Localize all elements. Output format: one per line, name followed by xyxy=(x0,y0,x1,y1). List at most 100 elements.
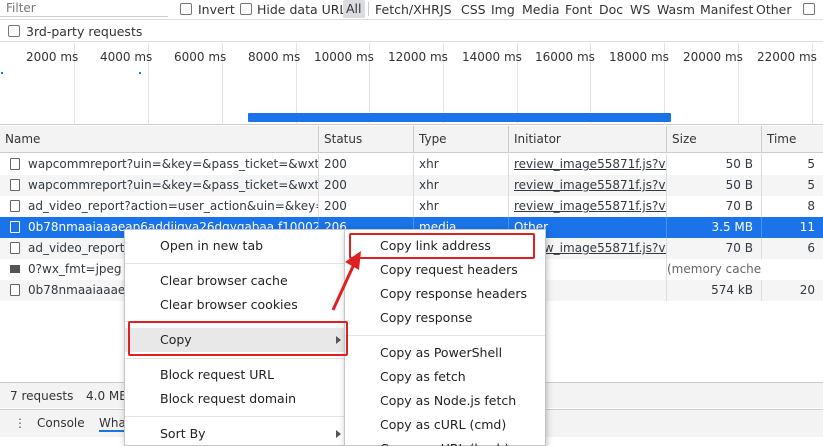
third-party-toolbar: 3rd-party requests xyxy=(0,20,823,42)
tick-label: 16000 ms xyxy=(535,50,595,64)
row-time: 5 xyxy=(761,175,823,196)
row-status: 200 xyxy=(318,154,413,175)
menu-copy-request-headers[interactable]: Copy request headers xyxy=(345,258,545,282)
column-name[interactable]: Name xyxy=(0,126,318,153)
copy-submenu: Copy link address Copy request headers C… xyxy=(344,229,546,446)
type-filter-media[interactable]: Media xyxy=(522,2,560,17)
type-filter-ws[interactable]: WS xyxy=(630,2,650,17)
row-status: 200 xyxy=(318,196,413,217)
tick-label: 20000 ms xyxy=(683,50,743,64)
menu-copy-response-headers[interactable]: Copy response headers xyxy=(345,282,545,306)
request-marker xyxy=(139,72,141,74)
column-type[interactable]: Type xyxy=(413,126,508,153)
menu-divider xyxy=(125,358,347,359)
menu-copy-as-curl-cmd[interactable]: Copy as cURL (cmd) xyxy=(345,413,545,437)
row-status: 200 xyxy=(318,175,413,196)
tab-console[interactable]: Console xyxy=(37,416,85,430)
type-filter-js[interactable]: JS xyxy=(440,2,452,17)
tick-label: 18000 ms xyxy=(609,50,669,64)
copy-highlight-box xyxy=(128,321,348,356)
type-filter-fetch-xhr[interactable]: Fetch/XHR xyxy=(375,2,440,17)
row-type: xhr xyxy=(413,196,508,217)
invert-checkbox[interactable] xyxy=(180,3,192,15)
menu-clear-browser-cookies[interactable]: Clear browser cookies xyxy=(125,293,347,317)
table-row[interactable]: wapcommreport?uin=&key=&pass_ticket=&wxt… xyxy=(0,175,823,196)
media-request-bar xyxy=(248,113,671,122)
filter-input[interactable] xyxy=(0,0,168,17)
row-initiator-link[interactable]: review_image55871f.js?v=... xyxy=(508,196,666,217)
menu-divider xyxy=(125,416,347,417)
menu-copy-as-nodejs-fetch[interactable]: Copy as Node.js fetch xyxy=(345,389,545,413)
menu-sort-by-label: Sort By xyxy=(160,426,206,441)
menu-copy-as-fetch[interactable]: Copy as fetch xyxy=(345,365,545,389)
row-size: 70 B xyxy=(666,238,761,259)
file-icon xyxy=(10,284,20,296)
menu-copy-as-curl-bash[interactable]: Copy as cURL (bash) xyxy=(345,437,545,446)
column-size[interactable]: Size xyxy=(666,126,761,153)
menu-copy-response[interactable]: Copy response xyxy=(345,306,545,330)
timeline-overview[interactable]: 2000 ms 4000 ms 6000 ms 8000 ms 10000 ms… xyxy=(0,43,823,125)
transferred-size: 4.0 MB xyxy=(86,389,128,403)
request-marker xyxy=(1,72,3,74)
hide-data-urls-label: Hide data URLs xyxy=(257,2,353,17)
row-name-text: ad_video_report?a xyxy=(28,241,139,255)
has-blocked-cookies-checkbox[interactable] xyxy=(803,3,815,15)
hide-data-urls-checkbox[interactable] xyxy=(240,3,252,15)
type-divider xyxy=(368,2,369,16)
tick-label: 22000 ms xyxy=(757,50,817,64)
row-initiator-link[interactable]: review_image55871f.js?v=... xyxy=(508,175,666,196)
row-time: 6 xyxy=(761,238,823,259)
table-row[interactable]: ad_video_report?action=user_action&uin=&… xyxy=(0,196,823,217)
image-icon xyxy=(10,265,20,273)
submenu-arrow-icon xyxy=(336,430,341,438)
file-icon xyxy=(10,242,20,254)
tick-label: 8000 ms xyxy=(248,50,301,64)
column-time[interactable]: Time xyxy=(761,126,823,153)
tick-label: 12000 ms xyxy=(388,50,448,64)
type-filter-other[interactable]: Other xyxy=(756,2,792,17)
copy-link-highlight-box xyxy=(349,233,535,259)
type-filter-wasm[interactable]: Wasm xyxy=(657,2,695,17)
arrow-shaft xyxy=(331,261,357,311)
column-initiator[interactable]: Initiator xyxy=(508,126,666,153)
menu-divider xyxy=(125,263,347,264)
menu-copy-as-powershell[interactable]: Copy as PowerShell xyxy=(345,341,545,365)
file-icon xyxy=(10,158,20,170)
row-initiator-link[interactable]: review_image55871f.js?v=... xyxy=(508,154,666,175)
type-filter-css[interactable]: CSS xyxy=(461,2,486,17)
row-size: 70 B xyxy=(666,196,761,217)
row-type: xhr xyxy=(413,154,508,175)
menu-clear-browser-cache[interactable]: Clear browser cache xyxy=(125,269,347,293)
filter-toolbar: Invert Hide data URLs All Fetch/XHR JS C… xyxy=(0,0,823,20)
type-filter-img[interactable]: Img xyxy=(491,2,515,17)
type-filter-doc[interactable]: Doc xyxy=(599,2,623,17)
tick-label: 2000 ms xyxy=(26,50,79,64)
table-row[interactable]: wapcommreport?uin=&key=&pass_ticket=&wxt… xyxy=(0,154,823,175)
row-size: 50 B xyxy=(666,175,761,196)
tick-label: 14000 ms xyxy=(462,50,522,64)
type-filter-all[interactable]: All xyxy=(343,0,365,18)
column-status[interactable]: Status xyxy=(318,126,413,153)
row-time: 8 xyxy=(761,196,823,217)
row-time: 5 xyxy=(761,154,823,175)
row-name-text: ad_video_report?action=user_action&uin=&… xyxy=(28,199,318,213)
row-time: 11 xyxy=(761,217,823,238)
type-filter-manifest[interactable]: Manifest xyxy=(700,2,753,17)
row-size: 50 B xyxy=(666,154,761,175)
row-size: (memory cache) xyxy=(666,259,761,280)
type-filter-font[interactable]: Font xyxy=(565,2,592,17)
menu-divider xyxy=(345,335,545,336)
third-party-checkbox[interactable] xyxy=(8,25,20,37)
menu-sort-by[interactable]: Sort By xyxy=(125,422,347,446)
tick-label: 6000 ms xyxy=(174,50,227,64)
row-name: wapcommreport?uin=&key=&pass_ticket=&wxt… xyxy=(0,154,318,175)
drawer-menu-icon[interactable]: ⋮ xyxy=(14,416,26,430)
invert-label: Invert xyxy=(198,2,235,17)
row-name: wapcommreport?uin=&key=&pass_ticket=&wxt… xyxy=(0,175,318,196)
row-name-text: 0?wx_fmt=jpeg xyxy=(28,262,122,276)
row-size: 3.5 MB xyxy=(666,217,761,238)
tick-label: 4000 ms xyxy=(100,50,153,64)
menu-block-request-url[interactable]: Block request URL xyxy=(125,363,347,387)
menu-block-request-domain[interactable]: Block request domain xyxy=(125,387,347,411)
menu-open-in-new-tab[interactable]: Open in new tab xyxy=(125,234,347,258)
